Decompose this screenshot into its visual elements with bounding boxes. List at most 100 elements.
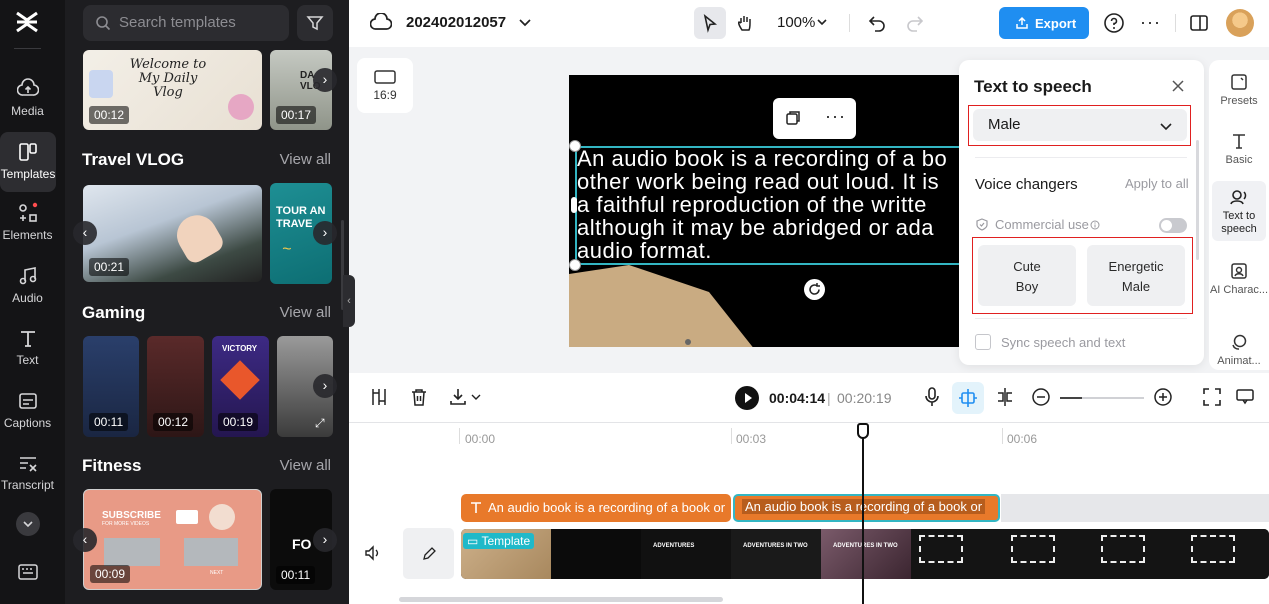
- carousel-next-button[interactable]: ›: [313, 221, 337, 245]
- cloud-sync-icon[interactable]: [370, 13, 392, 33]
- magnet-snap-button[interactable]: [952, 382, 984, 414]
- filter-button[interactable]: [297, 5, 333, 41]
- project-name[interactable]: 202402012057: [406, 14, 506, 31]
- rail-item-basic[interactable]: Basic: [1209, 132, 1269, 167]
- chevron-down-icon: [23, 521, 33, 528]
- view-all-link[interactable]: View all: [280, 457, 331, 474]
- rail-item-media[interactable]: Media: [0, 78, 55, 138]
- template-duration: 00:17: [276, 106, 317, 124]
- template-card[interactable]: SUBSCRIBE FOR MORE VIDEOS NEXT 00:09: [83, 489, 262, 590]
- captions-icon: [18, 393, 37, 409]
- carousel-prev-button[interactable]: ‹: [73, 221, 97, 245]
- frame-photo-border: [1011, 535, 1055, 563]
- record-voiceover-button[interactable]: [923, 386, 941, 408]
- rail-item-elements[interactable]: Elements: [0, 202, 55, 262]
- aspect-ratio-button[interactable]: 16:9: [357, 58, 413, 113]
- sync-checkbox[interactable]: [975, 334, 991, 350]
- download-button[interactable]: [449, 387, 483, 407]
- split-button[interactable]: [370, 387, 388, 407]
- rail-item-animation[interactable]: Animat...: [1209, 333, 1269, 368]
- collapse-panel-button[interactable]: ‹: [343, 275, 355, 327]
- help-button[interactable]: [1103, 12, 1125, 34]
- export-button[interactable]: Export: [999, 7, 1089, 39]
- search-input[interactable]: Search templates: [83, 5, 289, 41]
- keyboard-shortcuts-button[interactable]: [18, 563, 38, 581]
- timeline-zoom-slider[interactable]: [1060, 397, 1144, 399]
- preview-options-button[interactable]: [1235, 387, 1255, 407]
- rail-more-button[interactable]: [16, 512, 40, 536]
- copy-style-button[interactable]: [784, 109, 802, 127]
- rail-item-text[interactable]: Text: [0, 327, 55, 387]
- more-options-button[interactable]: ···: [1140, 12, 1161, 33]
- apply-to-all-button[interactable]: Apply to all: [1125, 176, 1189, 191]
- text-clip[interactable]: An audio book is a recording of a book o…: [461, 494, 731, 522]
- rail-item-transcript[interactable]: Transcript: [0, 452, 55, 512]
- info-icon[interactable]: [1090, 220, 1100, 230]
- clip-trim-handle[interactable]: [735, 501, 738, 515]
- text-selection-box[interactable]: [575, 146, 975, 265]
- resize-handle[interactable]: [569, 259, 581, 271]
- track-mute-button[interactable]: [364, 545, 382, 561]
- template-card-title: VICTORY: [222, 344, 258, 353]
- zoom-in-button[interactable]: [1153, 387, 1173, 407]
- text-track-background: [1001, 494, 1269, 522]
- redo-button[interactable]: [905, 13, 925, 33]
- view-all-link[interactable]: View all: [280, 304, 331, 321]
- rail-item-templates[interactable]: Templates: [0, 132, 56, 192]
- template-card[interactable]: 00:21: [83, 185, 262, 282]
- carousel-next-button[interactable]: ›: [313, 68, 337, 92]
- fit-timeline-button[interactable]: [1202, 387, 1222, 407]
- split-icon: [372, 389, 386, 405]
- commercial-use-toggle[interactable]: [1159, 218, 1187, 233]
- rail-item-text-to-speech[interactable]: Text to speech: [1212, 181, 1266, 241]
- playhead[interactable]: [862, 423, 864, 604]
- rail-item-presets[interactable]: Presets: [1209, 73, 1269, 108]
- close-button[interactable]: [1170, 78, 1186, 94]
- timeline[interactable]: 00:00 00:03 00:06 An audio book is a rec…: [349, 423, 1269, 604]
- carousel-next-button[interactable]: ›: [313, 374, 337, 398]
- template-card-tag: NEXT: [210, 570, 224, 576]
- template-tag-label: Template: [481, 534, 531, 548]
- panel-scrollbar[interactable]: [1196, 140, 1199, 260]
- rail-item-ai-character[interactable]: AI Charac...: [1209, 262, 1269, 297]
- project-menu-chevron-icon[interactable]: [517, 14, 533, 30]
- canvas-paper-graphic: [569, 265, 759, 347]
- timeline-scrollbar[interactable]: [399, 597, 723, 602]
- edit-track-button[interactable]: [403, 528, 454, 579]
- sync-label: Sync speech and text: [1001, 335, 1126, 350]
- template-card[interactable]: VICTORY 00:19: [212, 336, 269, 437]
- video-track[interactable]: ADVENTURES ADVENTURES IN TWO ADVENTURES …: [461, 529, 1269, 579]
- side-handle[interactable]: [571, 197, 577, 213]
- clip-trim-handle[interactable]: [994, 501, 997, 515]
- layout-toggle-button[interactable]: [1189, 13, 1209, 33]
- zoom-out-icon: [1032, 388, 1050, 406]
- select-tool-button[interactable]: [694, 7, 726, 39]
- resize-handle[interactable]: [569, 140, 581, 152]
- rail-item-captions[interactable]: Captions: [0, 390, 55, 450]
- carousel-prev-button[interactable]: ‹: [73, 528, 97, 552]
- app-logo-icon[interactable]: [14, 10, 40, 34]
- split-scene-button[interactable]: [995, 387, 1015, 407]
- timeline-toolbar: 00:04:14 | 00:20:19: [349, 373, 1269, 423]
- undo-button[interactable]: [867, 13, 887, 33]
- rotate-handle[interactable]: [804, 279, 825, 300]
- template-card[interactable]: Welcome to My Daily Vlog 00:12: [83, 50, 262, 130]
- text-clip-selected[interactable]: An audio book is a recording of a book o…: [733, 494, 1000, 522]
- zoom-chevron-icon[interactable]: [815, 15, 829, 29]
- more-options-button[interactable]: ···: [825, 106, 846, 127]
- carousel-next-button[interactable]: ›: [313, 528, 337, 552]
- hand-tool-button[interactable]: [729, 7, 761, 39]
- delete-button[interactable]: [410, 387, 428, 407]
- zoom-out-button[interactable]: [1031, 387, 1051, 407]
- play-button[interactable]: [735, 386, 759, 410]
- template-card[interactable]: 00:11: [83, 336, 139, 437]
- top-bar: 202402012057 100% Export ···: [349, 0, 1269, 47]
- keyboard-icon: [18, 564, 38, 580]
- zoom-level[interactable]: 100%: [777, 14, 815, 31]
- template-card[interactable]: 00:12: [147, 336, 204, 437]
- rail-item-audio[interactable]: Audio: [0, 265, 55, 325]
- avatar[interactable]: [1226, 9, 1254, 37]
- more-horizontal-icon: ···: [1140, 12, 1161, 32]
- playhead-handle[interactable]: [857, 423, 869, 439]
- view-all-link[interactable]: View all: [280, 151, 331, 168]
